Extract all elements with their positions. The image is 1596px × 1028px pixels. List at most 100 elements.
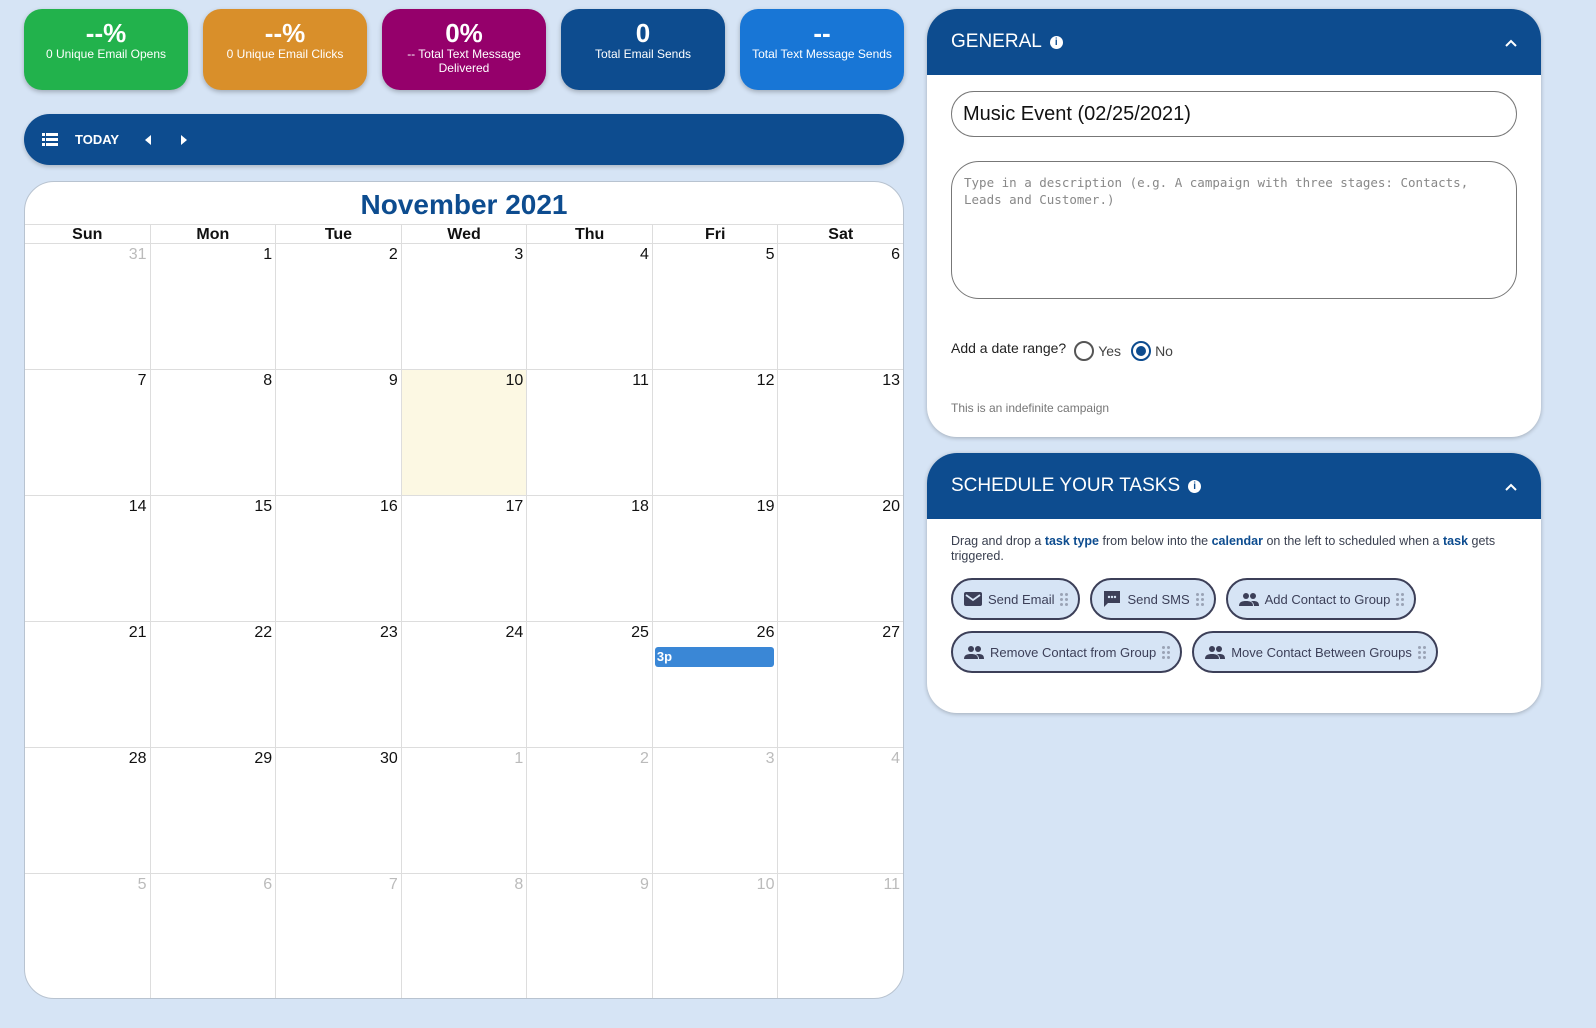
campaign-name-input[interactable]: [951, 91, 1517, 137]
calendar-day[interactable]: 2: [276, 244, 402, 369]
calendar-day[interactable]: 18: [527, 496, 653, 621]
info-icon[interactable]: i: [1188, 479, 1202, 493]
calendar-day[interactable]: 16: [276, 496, 402, 621]
stat-value: 0%: [445, 18, 483, 48]
date-range-row: Add a date range? Yes No: [951, 335, 1173, 361]
day-number: 9: [388, 372, 398, 389]
calendar-week: 28 29 30 1 2 3 4: [25, 748, 903, 874]
calendar-day[interactable]: 23: [276, 622, 402, 747]
calendar-day[interactable]: 2: [527, 748, 653, 873]
calendar-day[interactable]: 22: [151, 622, 277, 747]
calendar-day[interactable]: 5: [653, 244, 779, 369]
calendar-day[interactable]: 12: [653, 370, 779, 495]
instruction-highlight: task: [1443, 534, 1469, 548]
calendar-day[interactable]: 19: [653, 496, 779, 621]
stat-value: --%: [264, 18, 306, 48]
calendar-day[interactable]: 26 3p: [653, 622, 779, 747]
date-range-no-radio[interactable]: [1131, 341, 1152, 361]
weekday-tue: Tue: [276, 225, 402, 243]
drag-handle-icon[interactable]: [1195, 592, 1204, 606]
day-number: 3: [765, 750, 775, 767]
task-type-move-contact-between-groups[interactable]: Move Contact Between Groups: [1192, 631, 1438, 673]
calendar-day[interactable]: 31: [25, 244, 151, 369]
day-number: 6: [263, 876, 273, 893]
calendar-day[interactable]: 7: [25, 370, 151, 495]
weekday-header: Sun Mon Tue Wed Thu Fri Sat: [25, 224, 903, 244]
day-number: 23: [379, 624, 398, 641]
today-button[interactable]: TODAY: [75, 132, 119, 147]
day-number: 31: [128, 246, 147, 263]
calendar-day[interactable]: 7: [276, 874, 402, 998]
day-number: 22: [254, 624, 273, 641]
calendar-day-today[interactable]: 10: [401, 370, 528, 495]
calendar-day[interactable]: 6: [151, 874, 277, 998]
calendar-day[interactable]: 15: [151, 496, 277, 621]
description-textarea[interactable]: [951, 161, 1517, 299]
list-view-button[interactable]: [42, 132, 58, 147]
schedule-panel-title: SCHEDULE YOUR TASKS: [951, 475, 1181, 496]
calendar-day[interactable]: 8: [151, 370, 277, 495]
calendar-day[interactable]: 11: [778, 874, 903, 998]
calendar-day[interactable]: 30: [276, 748, 402, 873]
day-number: 10: [505, 372, 524, 389]
task-type-remove-contact-from-group[interactable]: Remove Contact from Group: [951, 631, 1183, 673]
day-number: 20: [882, 498, 901, 515]
day-number: 7: [388, 876, 398, 893]
calendar-day[interactable]: 8: [402, 874, 528, 998]
collapse-chevron-icon[interactable]: [1505, 475, 1517, 497]
day-number: 14: [128, 498, 147, 515]
next-month-button[interactable]: [177, 131, 191, 149]
task-type-send-sms[interactable]: Send SMS: [1090, 578, 1216, 620]
collapse-chevron-icon[interactable]: [1505, 31, 1517, 53]
calendar-day[interactable]: 11: [527, 370, 653, 495]
task-type-add-contact-to-group[interactable]: Add Contact to Group: [1225, 578, 1417, 620]
drag-handle-icon[interactable]: [1060, 592, 1069, 606]
sms-icon: [1103, 590, 1121, 608]
calendar-day[interactable]: 13: [778, 370, 903, 495]
calendar-day[interactable]: 6: [778, 244, 903, 369]
stat-value: --%: [85, 18, 127, 48]
task-type-label: Send SMS: [1127, 591, 1190, 607]
calendar-day[interactable]: 10: [653, 874, 779, 998]
day-number: 8: [263, 372, 273, 389]
calendar-day[interactable]: 1: [151, 244, 277, 369]
prev-month-button[interactable]: [141, 131, 155, 149]
weekday-sun: Sun: [25, 225, 151, 243]
schedule-instructions: Drag and drop a task type from below int…: [927, 519, 1541, 564]
task-type-label: Add Contact to Group: [1264, 591, 1391, 607]
date-range-yes-radio[interactable]: [1074, 341, 1095, 361]
calendar-day[interactable]: 25: [527, 622, 653, 747]
drag-handle-icon[interactable]: [1396, 592, 1405, 606]
calendar-day[interactable]: 4: [527, 244, 653, 369]
calendar-day[interactable]: 1: [402, 748, 528, 873]
weekday-mon: Mon: [151, 225, 277, 243]
day-number: 24: [505, 624, 524, 641]
list-icon: [42, 132, 58, 146]
indefinite-campaign-note: This is an indefinite campaign: [951, 401, 1110, 415]
calendar-day[interactable]: 17: [402, 496, 528, 621]
calendar-day[interactable]: 4: [778, 748, 903, 873]
task-type-list: Send Email Send SMS Add Contact to Group Re…: [927, 564, 1527, 673]
calendar-day[interactable]: 9: [276, 370, 402, 495]
calendar-day[interactable]: 5: [25, 874, 151, 998]
info-icon[interactable]: i: [1049, 35, 1063, 49]
stat-card-text-delivered: 0% -- Total Text Message Delivered: [382, 9, 546, 90]
drag-handle-icon[interactable]: [1162, 645, 1171, 659]
calendar-day[interactable]: 28: [25, 748, 151, 873]
calendar-day[interactable]: 14: [25, 496, 151, 621]
calendar-day[interactable]: 20: [778, 496, 903, 621]
drag-handle-icon[interactable]: [1417, 645, 1426, 659]
calendar-event[interactable]: 3p: [654, 647, 775, 667]
calendar-day[interactable]: 3: [653, 748, 779, 873]
calendar-day[interactable]: 24: [402, 622, 528, 747]
calendar-week: 21 22 23 24 25 26 3p 27: [25, 622, 903, 748]
general-panel-header[interactable]: GENERAL i: [927, 9, 1541, 75]
schedule-panel-header[interactable]: SCHEDULE YOUR TASKS i: [927, 453, 1541, 519]
calendar-day[interactable]: 9: [527, 874, 653, 998]
calendar-day[interactable]: 27: [778, 622, 903, 747]
task-type-send-email[interactable]: Send Email: [951, 578, 1081, 620]
calendar-day[interactable]: 21: [25, 622, 151, 747]
day-number: 15: [254, 498, 273, 515]
calendar-day[interactable]: 29: [151, 748, 277, 873]
calendar-day[interactable]: 3: [402, 244, 528, 369]
